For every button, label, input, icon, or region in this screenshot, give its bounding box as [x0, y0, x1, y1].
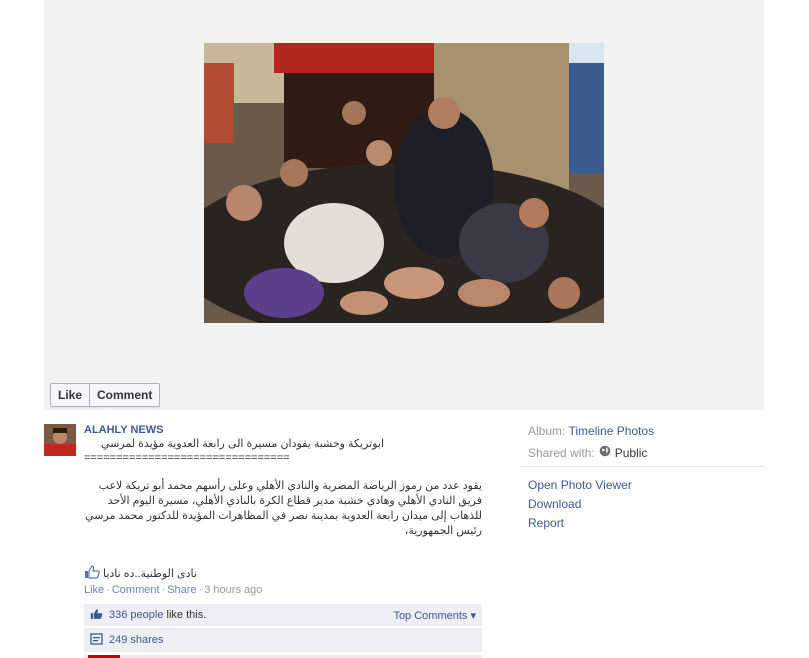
thumbs-up-icon — [84, 565, 100, 582]
post-body: يقود عدد من رموز الرياضة المصرية والنادي… — [85, 480, 482, 537]
meta-share-link[interactable]: Share — [167, 584, 196, 596]
likes-suffix: like this. — [166, 609, 207, 621]
shared-with-label: Shared with: — [528, 445, 595, 460]
meta-like-link[interactable]: Like — [84, 584, 104, 596]
shares-count-link[interactable]: 249 shares — [109, 634, 163, 646]
privacy-value[interactable]: Public — [615, 446, 648, 460]
meta-comment-link[interactable]: Comment — [112, 584, 160, 596]
like-button[interactable]: Like — [51, 384, 89, 406]
post-title: ابوتريكة وخشبة يقودان مسيرة الى رابعة ال… — [100, 438, 384, 450]
share-icon — [90, 632, 103, 648]
photo-sidebar: Album: Timeline Photos Shared with: Publ… — [528, 424, 764, 462]
likes-count-link[interactable]: 336 people — [109, 609, 163, 621]
thumbs-up-icon — [90, 608, 103, 623]
page-avatar[interactable] — [44, 424, 76, 456]
report-link[interactable]: Report — [528, 514, 632, 533]
sidebar-links: Open Photo Viewer Download Report — [528, 476, 632, 533]
photo-action-bar: Like Comment — [50, 383, 161, 407]
globe-icon — [599, 445, 611, 460]
likes-summary: 336 people like this. Top Comments ▾ — [84, 604, 482, 626]
open-photo-viewer-link[interactable]: Open Photo Viewer — [528, 476, 632, 495]
download-link[interactable]: Download — [528, 495, 632, 514]
sidebar-divider — [520, 466, 764, 467]
comment-button[interactable]: Comment — [89, 384, 159, 406]
post-separator: ================================ — [84, 452, 290, 464]
post-photo[interactable] — [204, 43, 604, 323]
post-author[interactable]: ALAHLY NEWS — [84, 424, 163, 436]
top-comments-dropdown[interactable]: Top Comments ▾ — [393, 609, 476, 622]
shares-summary: 249 shares — [84, 628, 482, 652]
post-meta: Like · Comment · Share · 3 hours ago — [84, 584, 263, 596]
album-link[interactable]: Timeline Photos — [568, 424, 654, 438]
album-label: Album: — [528, 424, 566, 438]
liked-by-row: نادى الوطنية..ده ناديا — [84, 565, 197, 582]
liked-by-text[interactable]: نادى الوطنية..ده ناديا — [103, 567, 197, 580]
post-timestamp[interactable]: 3 hours ago — [204, 584, 262, 596]
